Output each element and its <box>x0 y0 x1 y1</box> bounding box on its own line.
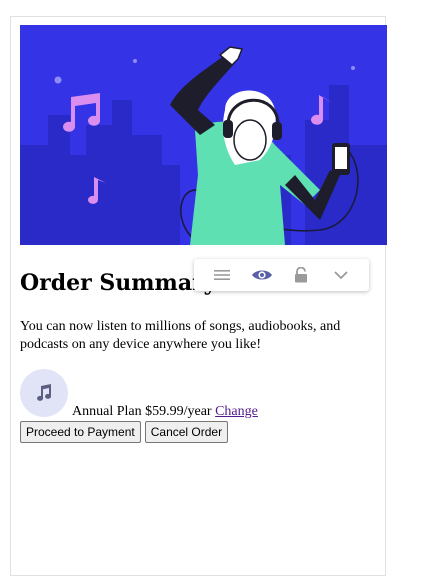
floating-toolbar <box>194 259 369 291</box>
order-summary-card: Order Summary You can now listen to mill… <box>10 16 387 576</box>
plan-summary-text: Annual Plan $59.99/year Change <box>72 403 258 421</box>
eye-icon[interactable] <box>247 263 277 287</box>
order-actions: Proceed to Payment Cancel Order <box>20 421 232 443</box>
proceed-to-payment-button[interactable]: Proceed to Payment <box>20 421 141 443</box>
page-title: Order Summary <box>20 270 217 296</box>
plan-price: $59.99/year <box>145 404 212 419</box>
change-plan-link[interactable]: Change <box>215 404 258 419</box>
chevron-down-icon[interactable] <box>326 263 356 287</box>
plan-label: Annual Plan <box>72 404 142 419</box>
cancel-order-button[interactable]: Cancel Order <box>144 421 229 443</box>
order-description: You can now listen to millions of songs,… <box>20 319 341 352</box>
lock-icon[interactable] <box>286 263 316 287</box>
music-note-icon <box>20 369 68 417</box>
hero-illustration <box>20 25 387 245</box>
menu-icon[interactable] <box>207 263 237 287</box>
music-listener-illustration <box>20 25 387 245</box>
plan-row: Annual Plan $59.99/year Change <box>20 369 380 425</box>
